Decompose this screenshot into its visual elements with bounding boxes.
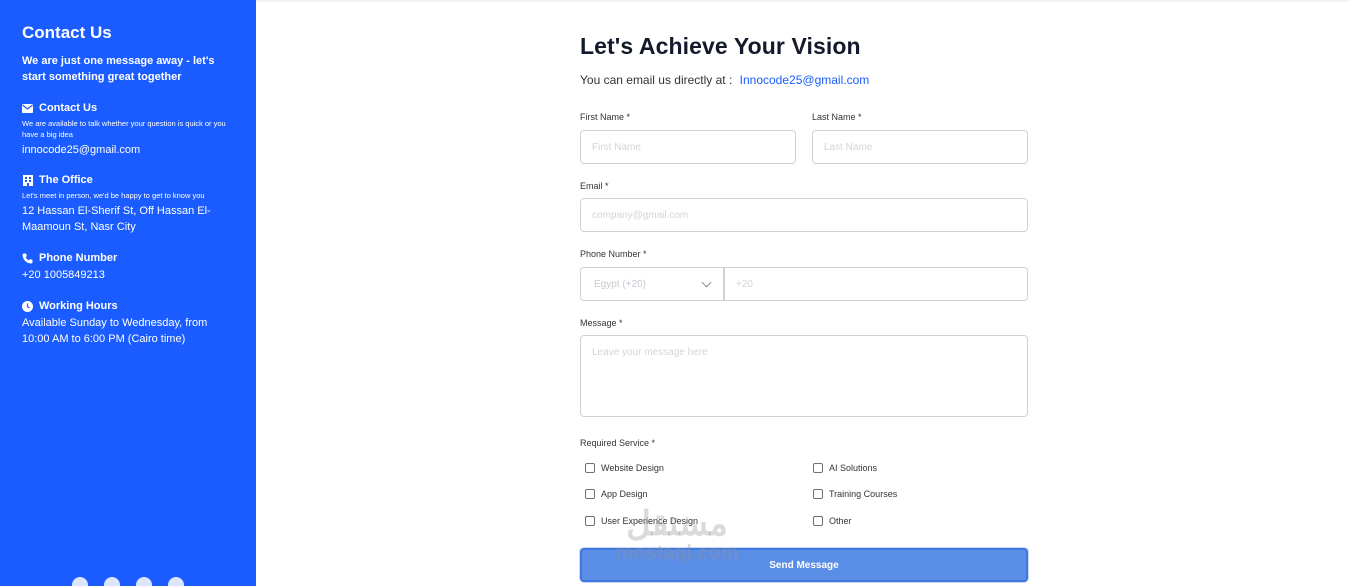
email-link[interactable]: Innocode25@gmail.com (740, 73, 870, 87)
section-heading: Contact Us (39, 102, 98, 114)
section-heading: Working Hours (39, 300, 118, 312)
contact-sidebar: Contact Us We are just one message away … (0, 0, 256, 586)
checkbox[interactable] (813, 489, 823, 499)
checkbox[interactable] (585, 463, 595, 473)
checkbox-label: AI Solutions (829, 463, 878, 473)
last-name-input[interactable] (812, 130, 1028, 164)
top-border (256, 0, 1349, 2)
github-icon[interactable] (136, 577, 152, 586)
watermark-latin: mostaql.com (615, 542, 739, 564)
working-hours: Available Sunday to Wednesday, from 10:0… (22, 317, 208, 345)
service-checkbox-training-courses[interactable]: Training Courses (813, 489, 897, 499)
contact-email[interactable]: innocode25@gmail.com (22, 142, 237, 158)
building-icon (22, 174, 33, 186)
service-checkbox-ai-solutions[interactable]: AI Solutions (813, 463, 877, 473)
subtitle: You can email us directly at : Innocode2… (580, 73, 869, 87)
country-code-select[interactable]: Egypt (+20) (580, 267, 724, 301)
sidebar-section-hours: Working Hours Available Sunday to Wednes… (22, 299, 237, 347)
service-checkbox-app-design[interactable]: App Design (585, 489, 648, 499)
section-heading: Phone Number (39, 252, 118, 264)
facebook-icon[interactable] (72, 577, 88, 586)
section-heading: The Office (39, 174, 93, 186)
phone-label: Phone Number * (580, 249, 647, 259)
sidebar-section-office: The Office Let's meet in person, we'd be… (22, 173, 237, 235)
sidebar-intro: We are just one message away - let's sta… (22, 55, 215, 83)
checkbox[interactable] (585, 516, 595, 526)
clock-icon (22, 300, 33, 312)
subtitle-text: You can email us directly at : (580, 73, 733, 87)
checkbox[interactable] (813, 516, 823, 526)
checkbox-label: Training Courses (829, 489, 898, 499)
social-links (72, 577, 184, 586)
message-label: Message * (580, 318, 623, 328)
section-description: We are available to talk whether your qu… (22, 119, 226, 139)
page-title: Let's Achieve Your Vision (580, 33, 861, 59)
phone-input[interactable] (724, 267, 1028, 301)
checkbox[interactable] (813, 463, 823, 473)
watermark: مستقل mostaql.com (597, 505, 757, 563)
envelope-icon (22, 103, 33, 114)
phone-number[interactable]: +20 1005849213 (22, 267, 237, 283)
sidebar-section-contact: Contact Us We are available to talk whet… (22, 101, 237, 158)
service-checkbox-website-design[interactable]: Website Design (585, 463, 664, 473)
phone-icon (22, 253, 33, 264)
chevron-down-icon (701, 277, 712, 287)
country-code-value: Egypt (+20) (594, 278, 646, 290)
watermark-arabic: مستقل (626, 505, 728, 543)
first-name-input[interactable] (580, 130, 796, 164)
linkedin-icon[interactable] (104, 577, 120, 586)
first-name-label: First Name * (580, 112, 631, 122)
checkbox-label: App Design (601, 489, 648, 499)
email-input[interactable] (580, 198, 1028, 232)
sidebar-section-phone: Phone Number +20 1005849213 (22, 251, 237, 283)
checkbox-label: Other (829, 516, 852, 526)
service-checkbox-other[interactable]: Other (813, 516, 852, 526)
email-label: Email * (580, 181, 609, 191)
checkbox-label: Website Design (601, 463, 664, 473)
contact-page: Contact Us We are just one message away … (0, 0, 1349, 586)
last-name-label: Last Name * (812, 112, 862, 122)
services-label: Required Service * (580, 438, 656, 448)
message-textarea[interactable] (580, 335, 1028, 417)
sidebar-title: Contact Us (22, 23, 112, 42)
section-description: Let's meet in person, we'd be happy to g… (22, 191, 205, 200)
checkbox[interactable] (585, 489, 595, 499)
whatsapp-icon[interactable] (168, 577, 184, 586)
office-address: 12 Hassan El-Sherif St, Off Hassan El-Ma… (22, 205, 211, 233)
